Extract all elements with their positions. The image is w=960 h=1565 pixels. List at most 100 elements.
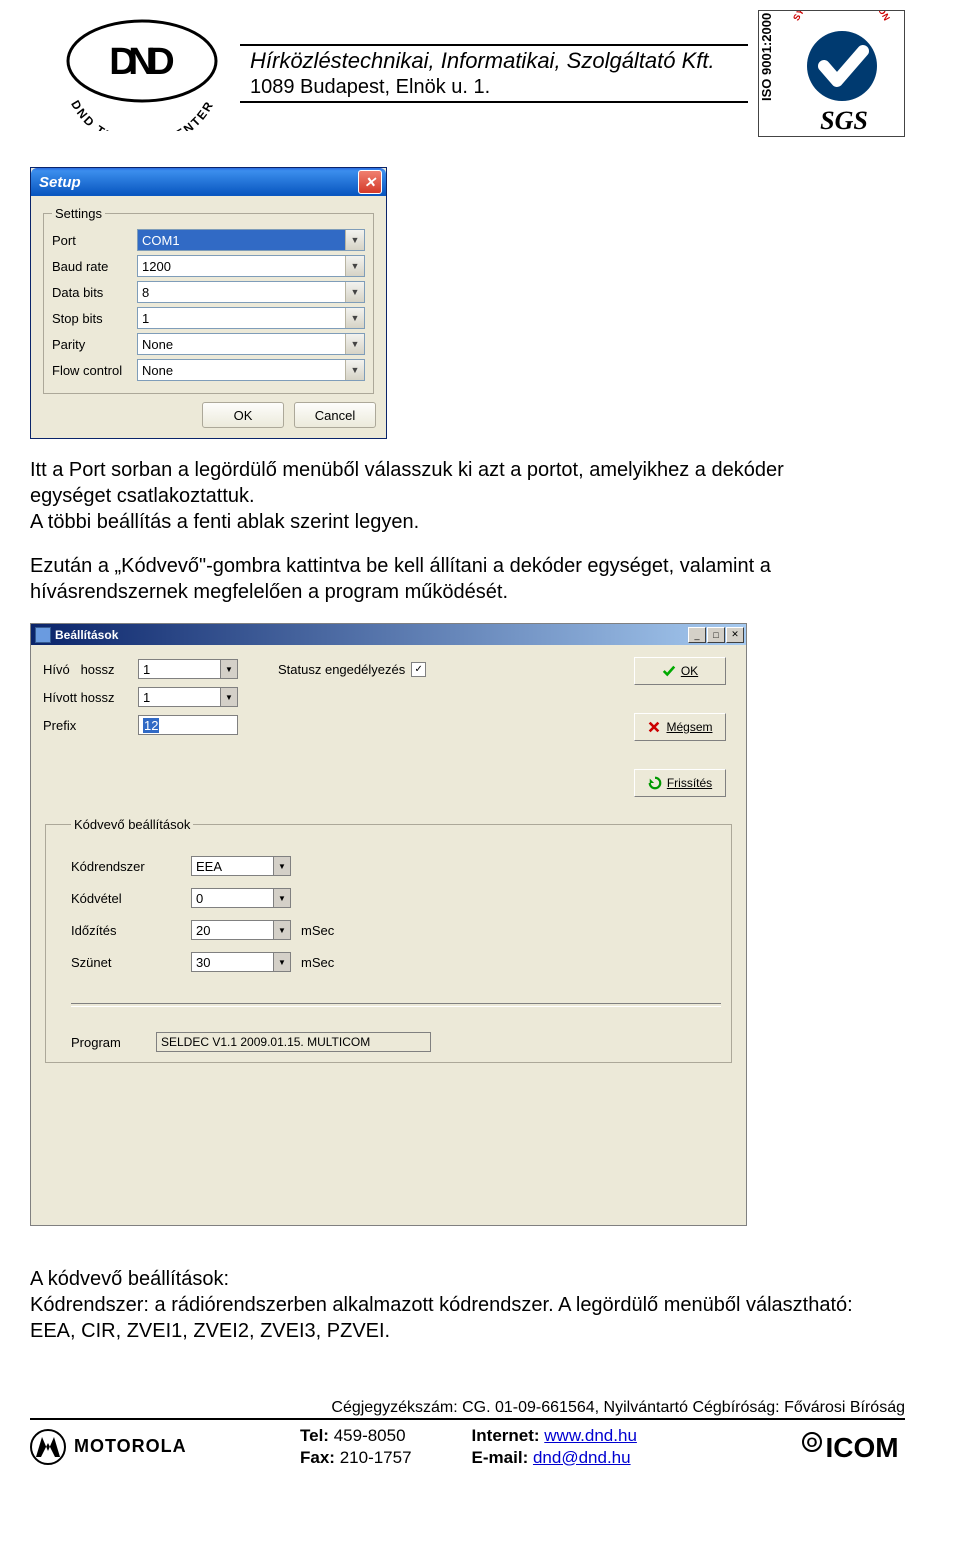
kodvevo-legend: Kódvevő beállítások	[71, 817, 193, 832]
check-icon	[662, 664, 676, 678]
prefix-input[interactable]: 12	[138, 715, 238, 735]
svg-text:DND TELECOM CENTER: DND TELECOM CENTER	[68, 98, 217, 131]
svg-text:ISO 9001:2000: ISO 9001:2000	[759, 13, 774, 101]
parity-dropdown[interactable]: None ▼	[137, 333, 365, 355]
paragraph-1: Itt a Port sorban a legördülő menüből vá…	[30, 457, 860, 535]
chevron-down-icon: ▼	[273, 953, 290, 971]
header-text-block: Hírközléstechnikai, Informatikai, Szolgá…	[240, 44, 748, 102]
ok-button[interactable]: OK	[202, 402, 284, 428]
databits-dropdown[interactable]: 8 ▼	[137, 281, 365, 303]
motorola-icon	[30, 1429, 66, 1465]
dnd-logo: D D N DND TELECOM CENTER	[55, 16, 230, 131]
svg-text:N: N	[128, 41, 155, 83]
szunet-unit: mSec	[301, 955, 334, 970]
company-address: 1089 Budapest, Elnök u. 1.	[250, 75, 738, 99]
databits-label: Data bits	[52, 285, 137, 300]
prefix-label: Prefix	[43, 718, 138, 733]
stopbits-dropdown[interactable]: 1 ▼	[137, 307, 365, 329]
hivo-hossz-value: 1	[139, 662, 220, 677]
flow-value: None	[138, 360, 345, 380]
kodvetel-value: 0	[192, 891, 273, 906]
chevron-down-icon: ▼	[345, 334, 364, 354]
page-footer: Cégjegyzékszám: CG. 01-09-661564, Nyilvá…	[30, 1399, 905, 1469]
chevron-down-icon: ▼	[220, 688, 237, 706]
refresh-icon	[648, 776, 662, 790]
cancel-button[interactable]: Cancel	[294, 402, 376, 428]
paragraph-2: Ezután a „Kódvevő"-gombra kattintva be k…	[30, 553, 860, 605]
settings-fieldset: Settings Port COM1 ▼ Baud rate 1200 ▼	[43, 206, 374, 394]
setup-title: Setup	[39, 174, 81, 191]
idozites-value: 20	[192, 923, 273, 938]
maximize-icon[interactable]: □	[707, 627, 725, 643]
chevron-down-icon: ▼	[273, 921, 290, 939]
hivo-hossz-label: Hívó hossz	[43, 662, 138, 677]
motorola-logo: MOTOROLA	[30, 1429, 300, 1465]
flow-dropdown[interactable]: None ▼	[137, 359, 365, 381]
svg-text:SGS: SGS	[820, 106, 868, 135]
idozites-unit: mSec	[301, 923, 334, 938]
kodrendszer-label: Kódrendszer	[71, 859, 191, 874]
contact-block: Tel: 459-8050 Fax: 210-1757 Internet: ww…	[300, 1425, 785, 1468]
app-icon	[35, 627, 51, 643]
flow-label: Flow control	[52, 363, 137, 378]
parity-label: Parity	[52, 337, 137, 352]
kodrendszer-value: EEA	[192, 859, 273, 874]
beallitasok-title: Beállítások	[55, 628, 118, 642]
status-enable-checkbox[interactable]: ✓	[411, 662, 426, 677]
close-icon[interactable]: ✕	[726, 627, 744, 643]
kodvevo-fieldset: Kódvevő beállítások Kódrendszer EEA ▼ Kó…	[45, 817, 732, 1063]
icom-logo: O ICOM	[785, 1424, 905, 1469]
website-link[interactable]: www.dnd.hu	[544, 1426, 637, 1445]
prefix-value: 12	[143, 718, 159, 733]
beallitasok-titlebar: Beállítások _ □ ✕	[31, 624, 746, 645]
hivo-hossz-dropdown[interactable]: 1 ▼	[138, 659, 238, 679]
svg-text:ICOM: ICOM	[825, 1432, 898, 1463]
databits-value: 8	[138, 282, 345, 302]
szunet-value: 30	[192, 955, 273, 970]
chevron-down-icon: ▼	[345, 282, 364, 302]
program-label: Program	[71, 1035, 156, 1050]
motorola-text: MOTOROLA	[74, 1436, 187, 1457]
hivott-hossz-value: 1	[139, 690, 220, 705]
kodrendszer-dropdown[interactable]: EEA ▼	[191, 856, 291, 876]
ok-button[interactable]: OK	[634, 657, 726, 685]
port-label: Port	[52, 233, 137, 248]
chevron-down-icon: ▼	[273, 889, 290, 907]
sgs-certification-logo: ISO 9001:2000 SYSTEM CERTIFICATION SGS	[758, 10, 905, 137]
refresh-button[interactable]: Frissítés	[634, 769, 726, 797]
program-value: SELDEC V1.1 2009.01.15. MULTICOM	[156, 1032, 431, 1052]
cancel-button[interactable]: Mégsem	[634, 713, 726, 741]
email-link[interactable]: dnd@dnd.hu	[533, 1448, 631, 1467]
chevron-down-icon: ▼	[345, 360, 364, 380]
page-header: D D N DND TELECOM CENTER Hírközléstechni…	[55, 10, 905, 137]
baud-label: Baud rate	[52, 259, 137, 274]
x-icon	[647, 720, 661, 734]
hivott-hossz-dropdown[interactable]: 1 ▼	[138, 687, 238, 707]
port-value: COM1	[138, 230, 345, 250]
idozites-label: Időzítés	[71, 923, 191, 938]
minimize-icon[interactable]: _	[688, 627, 706, 643]
szunet-dropdown[interactable]: 30 ▼	[191, 952, 291, 972]
hivott-hossz-label: Hívott hossz	[43, 690, 138, 705]
port-dropdown[interactable]: COM1 ▼	[137, 229, 365, 251]
divider	[71, 1003, 721, 1007]
svg-text:O: O	[807, 1434, 818, 1450]
kodvetel-dropdown[interactable]: 0 ▼	[191, 888, 291, 908]
beallitasok-dialog: Beállítások _ □ ✕ Hívó hossz 1 ▼ Statusz…	[30, 623, 747, 1226]
szunet-label: Szünet	[71, 955, 191, 970]
company-name: Hírközléstechnikai, Informatikai, Szolgá…	[250, 48, 738, 74]
paragraph-3: A kódvevő beállítások: Kódrendszer: a rá…	[30, 1266, 860, 1344]
setup-titlebar: Setup ✕	[31, 168, 386, 196]
baud-dropdown[interactable]: 1200 ▼	[137, 255, 365, 277]
chevron-down-icon: ▼	[273, 857, 290, 875]
stopbits-value: 1	[138, 308, 345, 328]
setup-dialog: Setup ✕ Settings Port COM1 ▼ Baud rate 1…	[30, 167, 387, 439]
status-enable-label: Statusz engedélyezés	[278, 662, 405, 677]
idozites-dropdown[interactable]: 20 ▼	[191, 920, 291, 940]
close-icon[interactable]: ✕	[358, 170, 382, 194]
kodvetel-label: Kódvétel	[71, 891, 191, 906]
registration-text: Cégjegyzékszám: CG. 01-09-661564, Nyilvá…	[30, 1399, 905, 1420]
stopbits-label: Stop bits	[52, 311, 137, 326]
chevron-down-icon: ▼	[345, 256, 364, 276]
parity-value: None	[138, 334, 345, 354]
